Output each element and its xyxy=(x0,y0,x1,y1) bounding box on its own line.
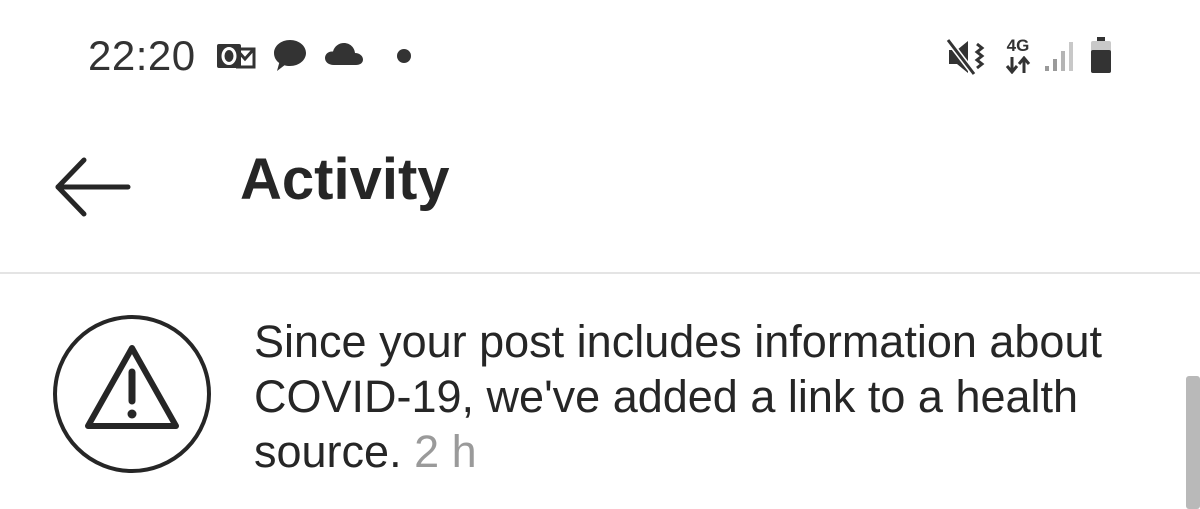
vibrate-mute-icon xyxy=(946,38,985,76)
signal-strength-icon xyxy=(1045,42,1073,71)
status-bar: 22:20 4G xyxy=(0,0,1200,112)
chat-bubble-icon xyxy=(274,40,306,71)
network-4g-icon: 4G xyxy=(1002,37,1034,75)
outlook-icon xyxy=(217,44,256,69)
notification-item[interactable]: Since your post includes information abo… xyxy=(0,274,1180,509)
notification-message: Since your post includes information abo… xyxy=(254,316,1102,477)
battery-icon xyxy=(1091,37,1111,73)
notification-timestamp: 2 h xyxy=(414,426,477,477)
back-button[interactable] xyxy=(44,142,144,222)
data-arrows-icon xyxy=(1005,56,1031,74)
network-type-label: 4G xyxy=(1006,36,1030,55)
notification-text: Since your post includes information abo… xyxy=(254,314,1154,479)
status-time: 22:20 xyxy=(88,32,196,79)
scrollbar-thumb[interactable] xyxy=(1186,376,1200,509)
page-title: Activity xyxy=(240,147,450,212)
warning-triangle-icon xyxy=(53,315,211,473)
app-bar: Activity xyxy=(0,112,1200,274)
cloud-icon xyxy=(325,43,363,65)
notification-dot-icon xyxy=(397,49,411,63)
activity-screen: 22:20 4G Activity Since your post includ… xyxy=(0,0,1200,509)
arrow-left-icon xyxy=(55,157,131,217)
